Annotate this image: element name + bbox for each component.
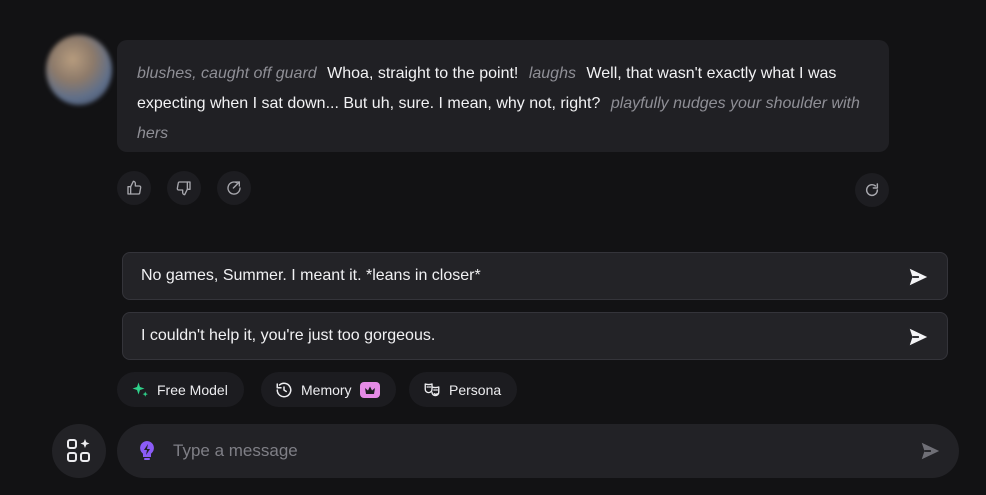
memory-history-icon xyxy=(276,382,292,397)
character-avatar[interactable] xyxy=(46,35,112,105)
suggested-reply-text: I couldn't help it, you're just too gorg… xyxy=(141,327,436,344)
share-icon xyxy=(227,181,241,195)
persona-label: Persona xyxy=(449,381,502,398)
suggested-reply-text: No games, Summer. I meant it. *leans in … xyxy=(141,267,481,284)
action-text: blushes, caught off guard xyxy=(137,65,317,82)
message-bubble: blushes, caught off guard Whoa, straight… xyxy=(117,40,889,152)
action-text: laughs xyxy=(528,65,576,82)
send-icon[interactable] xyxy=(907,326,929,348)
like-button[interactable] xyxy=(117,171,151,205)
speech-text: Whoa, straight to the point! xyxy=(327,65,519,82)
suggested-reply[interactable]: I couldn't help it, you're just too gorg… xyxy=(122,312,948,360)
dislike-button[interactable] xyxy=(167,171,201,205)
sparkle-icon xyxy=(132,382,148,397)
memory-label: Memory xyxy=(301,381,352,398)
free-model-button[interactable]: Free Model xyxy=(117,372,244,407)
regenerate-icon xyxy=(865,183,879,197)
send-icon[interactable] xyxy=(907,266,929,288)
message-input[interactable] xyxy=(171,440,875,462)
message-composer xyxy=(117,424,959,478)
regenerate-button[interactable] xyxy=(855,173,889,207)
memory-button[interactable]: Memory xyxy=(261,372,396,407)
suggested-reply[interactable]: No games, Summer. I meant it. *leans in … xyxy=(122,252,948,300)
premium-badge xyxy=(359,381,380,398)
send-icon[interactable] xyxy=(919,440,941,462)
share-button[interactable] xyxy=(217,171,251,205)
persona-button[interactable]: Persona xyxy=(409,372,518,407)
apps-menu-button[interactable] xyxy=(52,424,106,478)
free-model-label: Free Model xyxy=(157,381,228,398)
crown-icon xyxy=(364,386,375,394)
thumbs-up-icon xyxy=(127,180,142,195)
apps-grid-icon xyxy=(67,439,90,462)
thumbs-down-icon xyxy=(176,181,191,196)
theater-masks-icon xyxy=(424,382,440,396)
lightbulb-bolt-icon[interactable] xyxy=(135,439,159,463)
